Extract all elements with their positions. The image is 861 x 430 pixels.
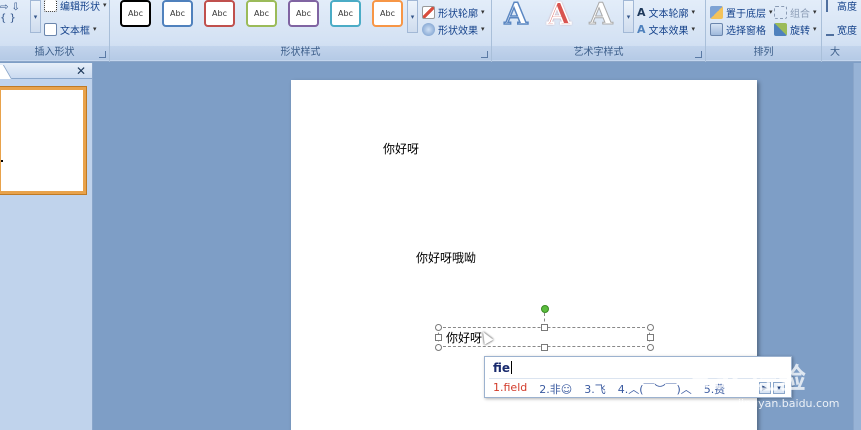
- swatch-label: Abc: [128, 9, 143, 18]
- ime-candidate-2[interactable]: 2.非☺: [539, 381, 572, 397]
- wordart-styles-label: 艺术字样式: [492, 46, 705, 60]
- height-field[interactable]: 高度: [826, 0, 857, 13]
- watermark-url: jingyan.baidu.com: [738, 397, 840, 410]
- ime-candidate-3[interactable]: 3.飞: [584, 381, 606, 397]
- text-box-2[interactable]: 你好呀哦呦: [416, 249, 476, 266]
- shape-styles-group: Abc Abc Abc Abc Abc Abc Abc ▾ 形状轮廓 ▾ 形状效果 ▾ 形状样式: [110, 0, 492, 62]
- slides-panel-tabbar: ✕: [0, 63, 92, 79]
- size-group: 高度 宽度 大: [822, 0, 861, 62]
- resize-handle-l[interactable]: [435, 334, 442, 341]
- wordart-style-red[interactable]: A: [541, 0, 577, 32]
- pencil-icon: [422, 5, 435, 19]
- swatch-label: Abc: [380, 9, 395, 18]
- shape-style-swatch[interactable]: Abc: [288, 0, 319, 27]
- ime-candidate-4[interactable]: 4.︿(￣︶￣)︿: [618, 381, 692, 397]
- dialog-launcher-icon[interactable]: [99, 51, 106, 58]
- shape-style-swatch[interactable]: Abc: [204, 0, 235, 27]
- slides-panel: ✕: [0, 63, 93, 430]
- height-icon: [826, 0, 834, 12]
- wordart-style-white[interactable]: A: [583, 0, 619, 32]
- chevron-down-icon: ▾: [481, 8, 485, 16]
- shape-styles-label: 形状样式: [110, 46, 491, 60]
- slide-thumbnail[interactable]: [0, 87, 86, 194]
- text-box-button[interactable]: 文本框 ▾: [44, 21, 97, 37]
- dialog-launcher-icon[interactable]: [481, 51, 488, 58]
- wordart-styles-group: A A A ▾ A 文本轮廓 ▾ A 文本效果 ▾ 艺术字样式: [492, 0, 706, 62]
- resize-handle-b[interactable]: [541, 344, 548, 351]
- send-to-back-button[interactable]: 置于底层 ▾: [710, 4, 773, 20]
- text-box-icon: [44, 22, 57, 36]
- text-outline-button[interactable]: A 文本轮廓 ▾: [637, 4, 695, 20]
- group-icon: [774, 5, 787, 19]
- chevron-down-icon: ▾: [769, 8, 773, 16]
- chevron-down-icon: ▾: [93, 25, 97, 33]
- text-box-3[interactable]: 你好呀: [446, 329, 482, 346]
- shape-style-gallery-scroll[interactable]: ▾: [407, 0, 418, 33]
- resize-handle-bl[interactable]: [435, 344, 442, 351]
- arrange-group: 置于底层 ▾ 组合 ▾ 选择窗格 旋转 ▾ 排列: [706, 0, 822, 62]
- shape-outline-button[interactable]: 形状轮廓 ▾: [422, 4, 485, 20]
- text-effects-icon: A: [637, 22, 646, 36]
- text-box-1[interactable]: 你好呀: [383, 140, 419, 157]
- shape-style-swatch[interactable]: Abc: [372, 0, 403, 27]
- resize-handle-r[interactable]: [647, 334, 654, 341]
- resize-handle-tl[interactable]: [435, 324, 442, 331]
- shape-style-swatch[interactable]: Abc: [120, 0, 151, 27]
- chevron-down-icon: ▾: [691, 25, 696, 33]
- chevron-down-icon: ▾: [691, 8, 696, 16]
- swatch-label: Abc: [212, 9, 227, 18]
- selection-pane-icon: [710, 22, 723, 36]
- group-button[interactable]: 组合 ▾: [774, 4, 817, 20]
- insert-shapes-label: 插入形状: [0, 46, 109, 60]
- shape-style-swatch[interactable]: Abc: [162, 0, 193, 27]
- ime-composition-input[interactable]: fie: [493, 361, 513, 375]
- rotate-button[interactable]: 旋转 ▾: [774, 21, 817, 37]
- close-icon[interactable]: ✕: [76, 64, 86, 78]
- thumbnail-text-mark: [1, 160, 3, 162]
- swatch-label: Abc: [170, 9, 185, 18]
- arrange-label: 排列: [706, 46, 821, 60]
- shape-gallery-icons[interactable]: ⇨ ⇩{ }: [0, 2, 20, 24]
- resize-handle-br[interactable]: [647, 344, 654, 351]
- edit-shape-button[interactable]: 编辑形状 ▾: [44, 0, 107, 13]
- width-icon: [826, 23, 834, 36]
- rotate-icon: [774, 22, 787, 36]
- slides-tab[interactable]: [0, 65, 13, 79]
- insert-shapes-group: ⇨ ⇩{ } ▾ 编辑形状 ▾ 文本框 ▾ 插入形状: [0, 0, 110, 62]
- shape-style-swatch[interactable]: Abc: [246, 0, 277, 27]
- swatch-label: Abc: [254, 9, 269, 18]
- chevron-down-icon: ▾: [481, 25, 485, 33]
- selection-pane-button[interactable]: 选择窗格: [710, 21, 766, 37]
- resize-handle-tr[interactable]: [647, 324, 654, 331]
- resize-handle-t[interactable]: [541, 324, 548, 331]
- edit-shape-icon: [44, 0, 57, 12]
- rotation-handle[interactable]: [541, 305, 549, 313]
- shape-style-swatch[interactable]: Abc: [330, 0, 361, 27]
- wordart-style-blue[interactable]: A: [498, 0, 534, 32]
- ime-candidate-1[interactable]: 1.field: [493, 381, 527, 397]
- chevron-down-icon: ▾: [103, 1, 107, 9]
- shape-effects-icon: [422, 22, 435, 36]
- vertical-scrollbar[interactable]: [853, 63, 861, 430]
- shape-effects-button[interactable]: 形状效果 ▾: [422, 21, 485, 37]
- dialog-launcher-icon[interactable]: [695, 51, 702, 58]
- text-caret: [511, 361, 513, 374]
- wordart-gallery-scroll[interactable]: ▾: [623, 0, 634, 33]
- watermark-logo: Bai 经验: [690, 362, 806, 395]
- swatch-label: Abc: [296, 9, 311, 18]
- text-outline-icon: A: [637, 5, 646, 19]
- ribbon: ⇨ ⇩{ } ▾ 编辑形状 ▾ 文本框 ▾ 插入形状 Abc Abc Abc Abc Abc…: [0, 0, 861, 62]
- shape-gallery-scroll[interactable]: ▾: [30, 0, 41, 33]
- width-field[interactable]: 宽度: [826, 21, 857, 37]
- chevron-down-icon: ▾: [813, 25, 817, 33]
- size-label: 大: [822, 46, 861, 60]
- swatch-label: Abc: [338, 9, 353, 18]
- text-effects-button[interactable]: A 文本效果 ▾: [637, 21, 695, 37]
- send-to-back-icon: [710, 5, 723, 19]
- chevron-down-icon: ▾: [813, 8, 817, 16]
